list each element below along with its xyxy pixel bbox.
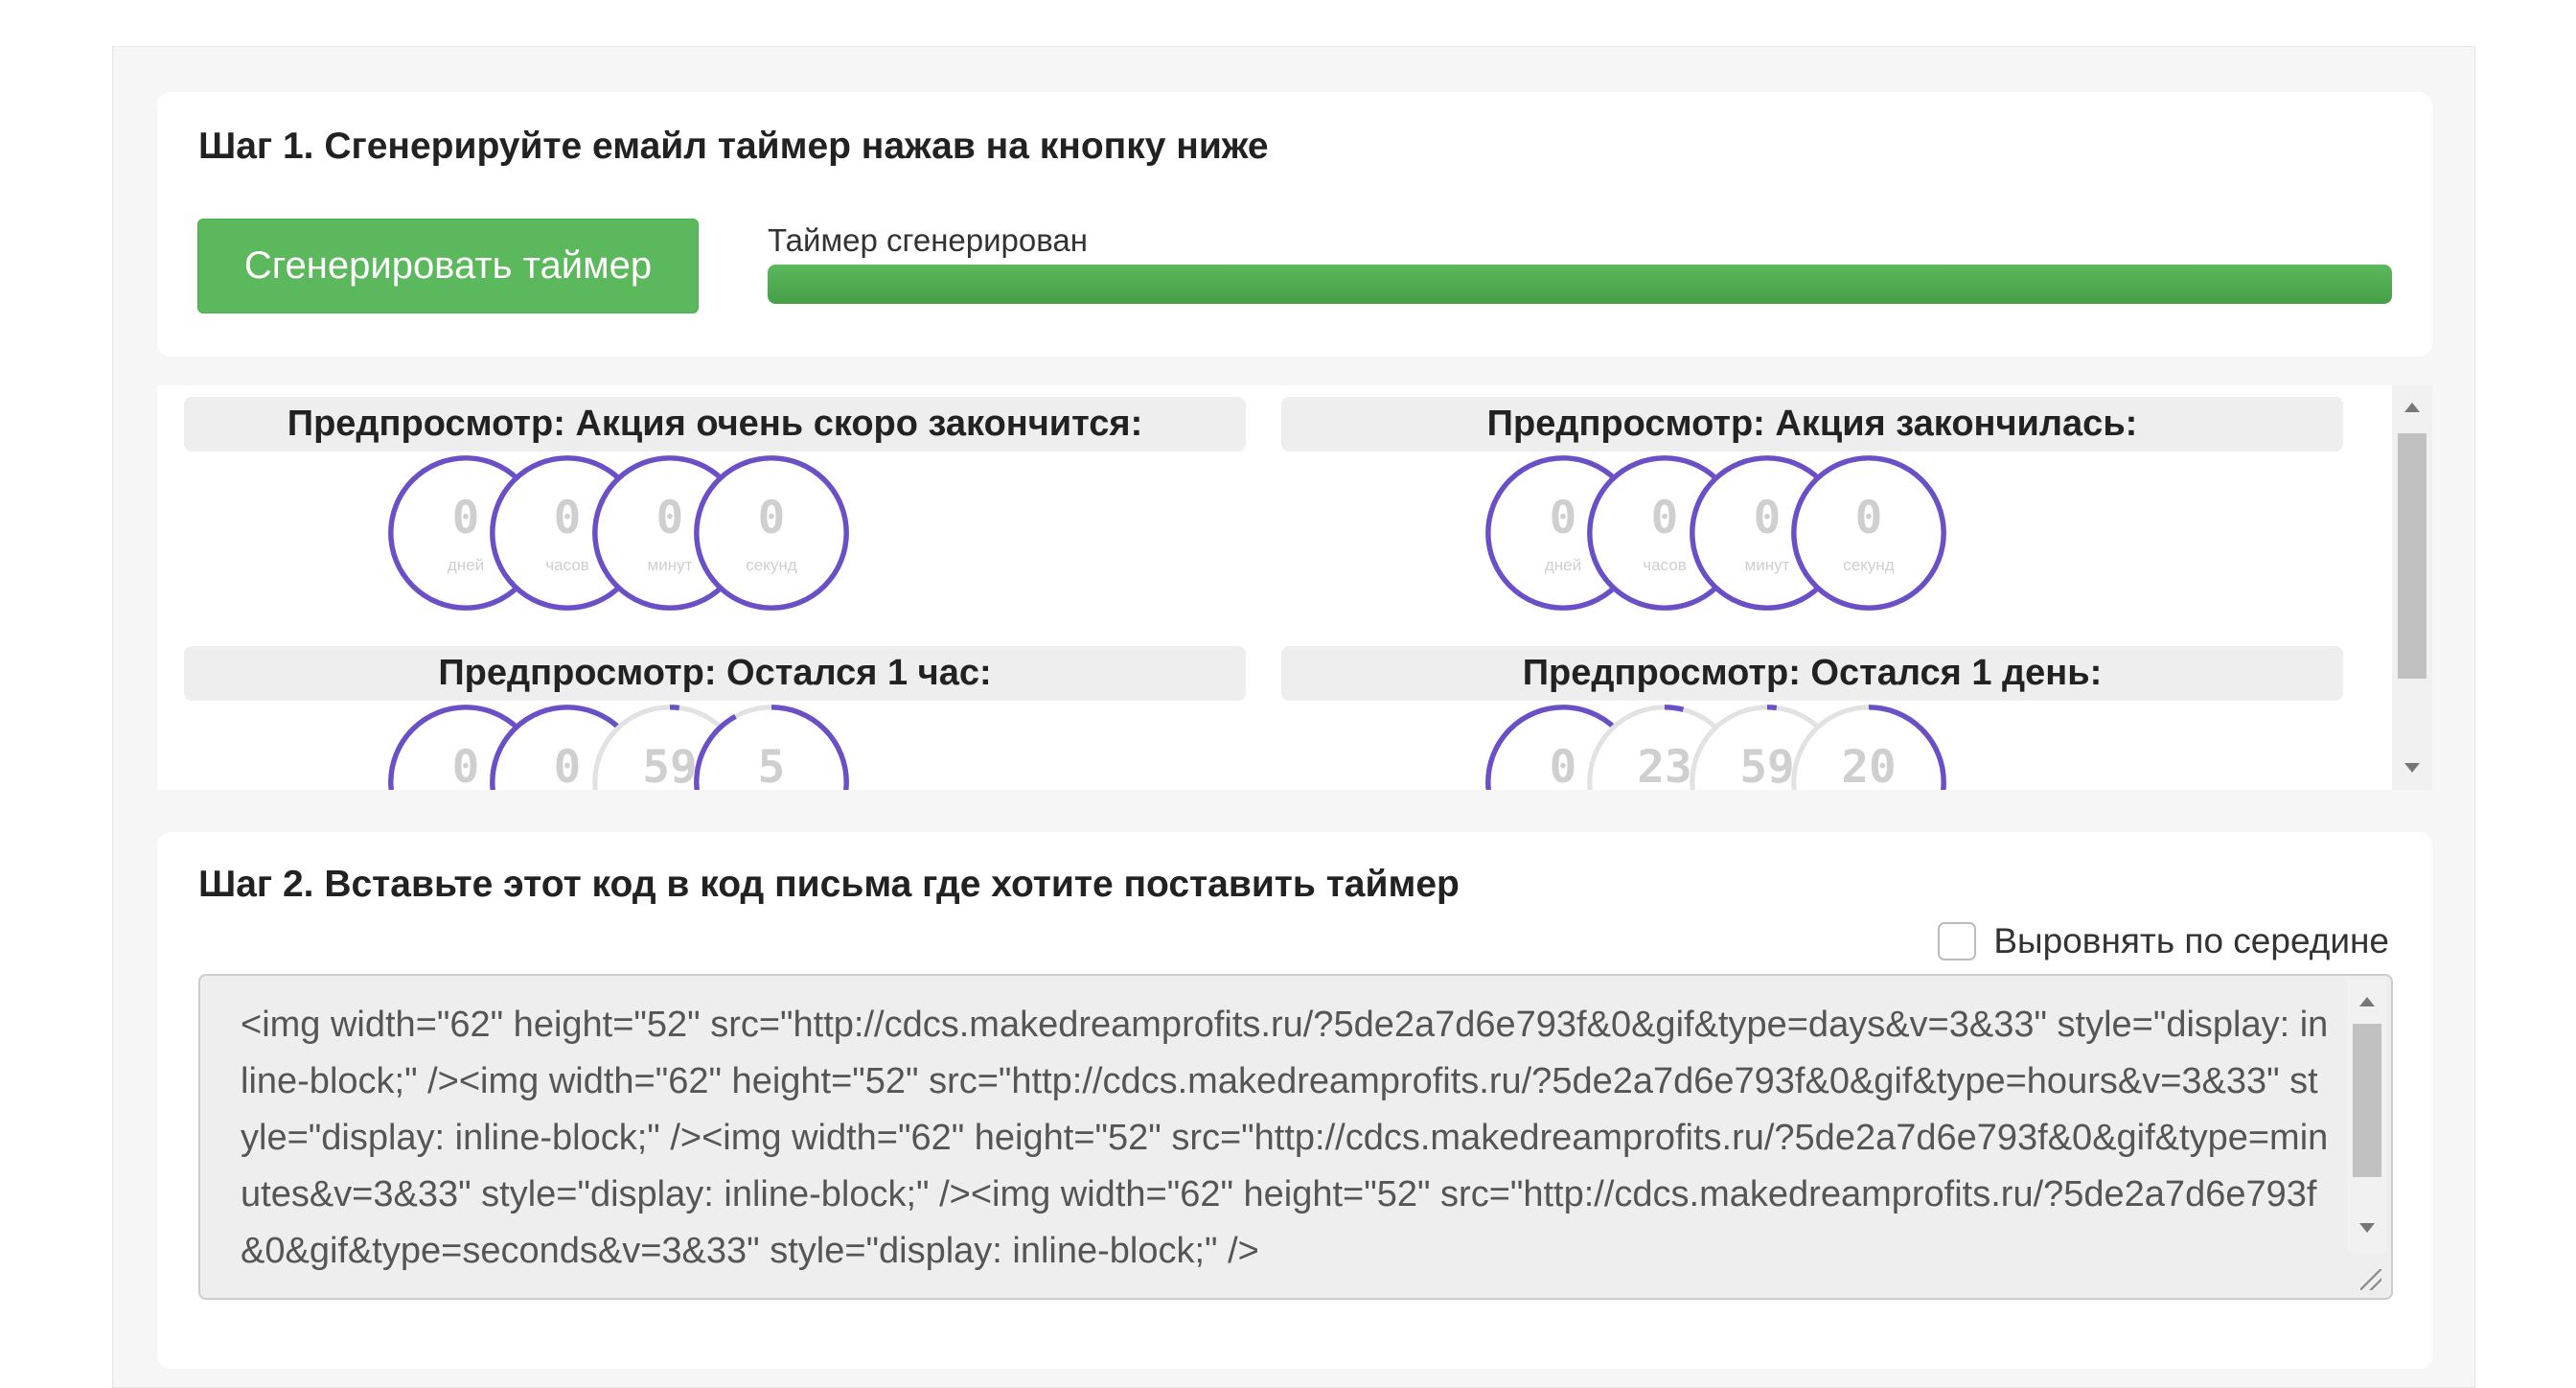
step1-card: Шаг 1. Сгенерируйте емайл таймер нажав н… (157, 92, 2432, 357)
dial-value: 23 (1637, 741, 1691, 790)
preview-dials: 0дней23часов59минут20секунд (1281, 701, 2343, 790)
generate-timer-button[interactable]: Сгенерировать таймер (197, 219, 699, 313)
countdown-dial: 5секунд (690, 701, 853, 790)
scrollbar-thumb[interactable] (2398, 433, 2426, 679)
dial-unit: секунд (746, 556, 796, 574)
preview-dials: 0дней0часов59минут5секунд (184, 701, 1246, 790)
dial-value: 0 (1651, 492, 1679, 544)
preview-title: Предпросмотр: Остался 1 час: (184, 646, 1246, 701)
preview-title: Предпросмотр: Остался 1 день: (1281, 646, 2343, 701)
progress-bar-fill (768, 265, 2392, 304)
step2-card: Шаг 2. Вставьте этот код в код письма гд… (157, 832, 2432, 1369)
preview-dials: 0 дней 0 часов 0 минут 0 секунд (184, 451, 1246, 624)
resize-handle-icon[interactable] (2360, 1269, 2381, 1290)
scroll-down-arrow-icon[interactable] (2359, 1223, 2375, 1233)
scrollbar-thumb[interactable] (2353, 1024, 2381, 1177)
embed-code-text[interactable]: <img width="62" height="52" src="http://… (241, 997, 2330, 1280)
dial-unit: минут (1745, 556, 1790, 574)
step1-title: Шаг 1. Сгенерируйте емайл таймер нажав н… (198, 126, 1269, 167)
dial-value: 0 (656, 492, 684, 544)
dial-value: 0 (1754, 492, 1782, 544)
preview-title: Предпросмотр: Акция закончилась: (1281, 397, 2343, 451)
step2-title: Шаг 2. Вставьте этот код в код письма гд… (198, 864, 1460, 905)
countdown-dial: 0 секунд (1787, 451, 1950, 614)
progress-bar (768, 265, 2392, 304)
preview-dials: 0 дней 0 часов 0 минут 0 секунд (1281, 451, 2343, 624)
align-center-checkbox[interactable] (1938, 922, 1977, 960)
dial-unit: дней (1545, 556, 1581, 574)
dial-value: 0 (1550, 741, 1577, 790)
dial-value: 0 (452, 492, 480, 544)
preview-block: Предпросмотр: Остался 1 час: 0дней0часов… (184, 646, 1246, 790)
dial-value: 0 (452, 741, 480, 790)
dial-value: 20 (1841, 741, 1896, 790)
preview-block: Предпросмотр: Акция закончилась: 0 дней 0 ч… (1281, 397, 2343, 624)
align-center-label[interactable]: Выровнять по середине (1993, 921, 2389, 961)
preview-scrollbar[interactable] (2392, 385, 2432, 790)
dial-unit: часов (545, 556, 589, 574)
countdown-dial: 20секунд (1787, 701, 1950, 790)
embed-code-textarea[interactable]: <img width="62" height="52" src="http://… (198, 974, 2393, 1300)
scroll-up-arrow-icon[interactable] (2359, 997, 2375, 1006)
dial-unit: минут (648, 556, 693, 574)
dial-value: 5 (758, 741, 786, 790)
scroll-down-arrow-icon[interactable] (2404, 763, 2420, 773)
countdown-dial: 0 секунд (690, 451, 853, 614)
preview-block: Предпросмотр: Акция очень скоро закончит… (184, 397, 1246, 624)
dial-unit: дней (448, 556, 484, 574)
timer-preview-panel: Предпросмотр: Акция очень скоро закончит… (157, 385, 2432, 790)
dial-value: 0 (554, 741, 582, 790)
scroll-up-arrow-icon[interactable] (2404, 403, 2420, 412)
code-scrollbar[interactable] (2347, 980, 2387, 1252)
dial-value: 0 (1550, 492, 1577, 544)
progress-label: Таймер сгенерирован (768, 222, 1088, 258)
align-center-option[interactable]: Выровнять по середине (1938, 920, 2389, 962)
dial-unit: секунд (1843, 556, 1894, 574)
preview-title: Предпросмотр: Акция очень скоро закончит… (184, 397, 1246, 451)
preview-block: Предпросмотр: Остался 1 день: 0дней23час… (1281, 646, 2343, 790)
dial-value: 0 (1855, 492, 1883, 544)
dial-value: 0 (758, 492, 786, 544)
dial-unit: часов (1643, 556, 1687, 574)
dial-value: 0 (554, 492, 582, 544)
